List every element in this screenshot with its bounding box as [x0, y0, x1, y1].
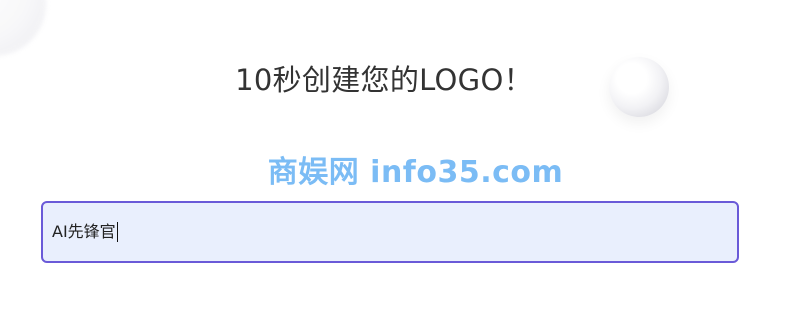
- watermark-text: 商娱网 info35.com: [267, 155, 564, 190]
- logo-name-input-value: AI先锋官: [52, 222, 116, 241]
- logo-creator-page: 10秒创建您的LOGO！ 商娱网 info35.com AI先锋官: [0, 0, 791, 326]
- text-cursor: [116, 222, 118, 242]
- decorative-sphere-top-left: [0, 0, 46, 56]
- decorative-sphere-right: [609, 57, 669, 117]
- logo-name-input[interactable]: AI先锋官: [41, 201, 739, 263]
